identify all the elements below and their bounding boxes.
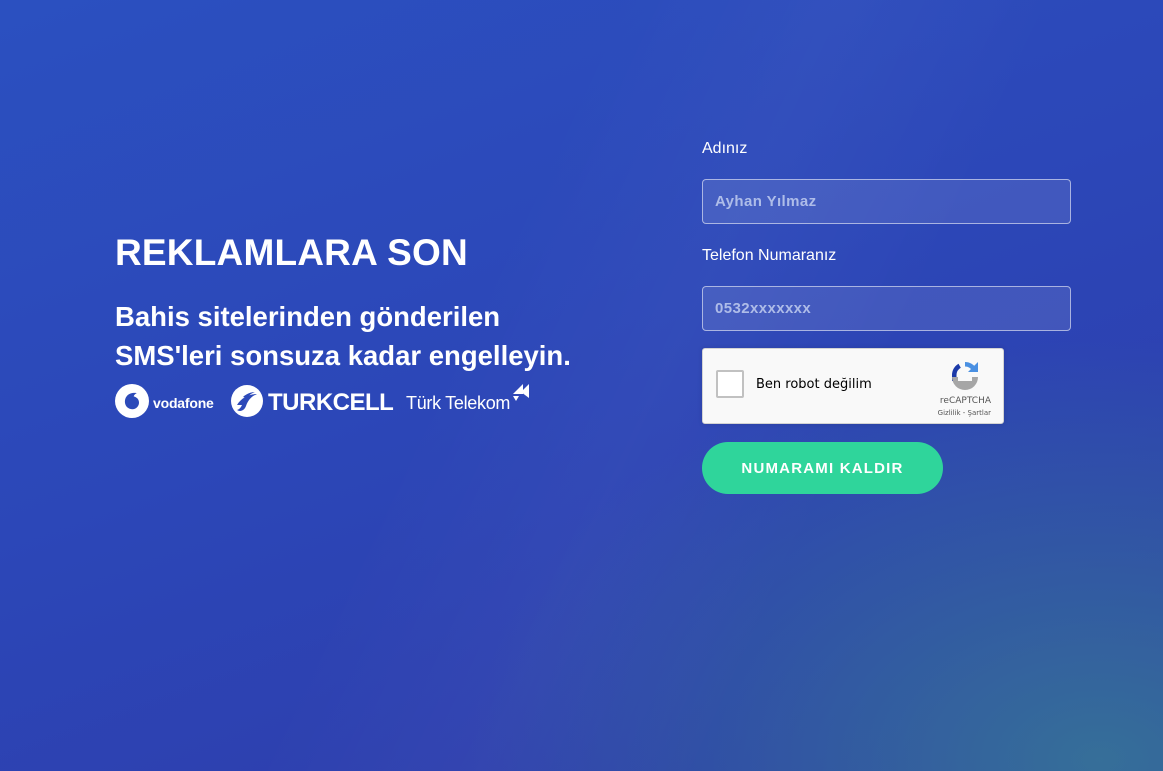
vodafone-speechmark-icon xyxy=(115,383,149,423)
recaptcha-arrows-icon xyxy=(947,358,983,397)
vodafone-wordmark: vodafone xyxy=(153,395,214,411)
turk-telekom-triangles-icon xyxy=(510,383,531,415)
turk-telekom-wordmark: Türk Telekom xyxy=(406,392,511,413)
turk-telekom-logo: Türk Telekom xyxy=(406,383,531,423)
turkcell-leaf-icon xyxy=(229,383,265,424)
hero-title: REKLAMLARA SON xyxy=(115,232,468,273)
hero-subtitle-line-2: SMS'leri sonsuza kadar engelleyin. xyxy=(115,340,571,371)
recaptcha-checkbox[interactable] xyxy=(716,370,744,398)
name-input[interactable] xyxy=(702,179,1071,224)
operator-logos: vodafone TURKCELL Türk Telekom xyxy=(115,383,655,423)
name-label: Adınız xyxy=(702,140,748,157)
phone-input[interactable] xyxy=(702,286,1071,331)
recaptcha-brand: reCAPTCHA xyxy=(939,396,991,406)
hero-subtitle-line-1: Bahis sitelerinden gönderilen xyxy=(115,301,501,332)
vodafone-logo: vodafone xyxy=(115,383,214,423)
recaptcha-terms-link[interactable]: Gizlilik - Şartlar xyxy=(901,409,991,417)
remove-number-button[interactable]: NUMARAMI KALDIR xyxy=(702,442,943,494)
hero-section: REKLAMLARA SON Bahis sitelerinden gönder… xyxy=(115,232,655,423)
hero-subtitle: Bahis sitelerinden gönderilen SMS'leri s… xyxy=(115,297,655,375)
turkcell-logo: TURKCELL xyxy=(229,383,394,424)
recaptcha-label: Ben robot değilim xyxy=(756,377,872,392)
recaptcha-widget: Ben robot değilim reCAPTCHA Gizlilik - Ş… xyxy=(702,348,1004,424)
turkcell-wordmark: TURKCELL xyxy=(268,389,394,416)
phone-label: Telefon Numaranız xyxy=(702,247,837,264)
